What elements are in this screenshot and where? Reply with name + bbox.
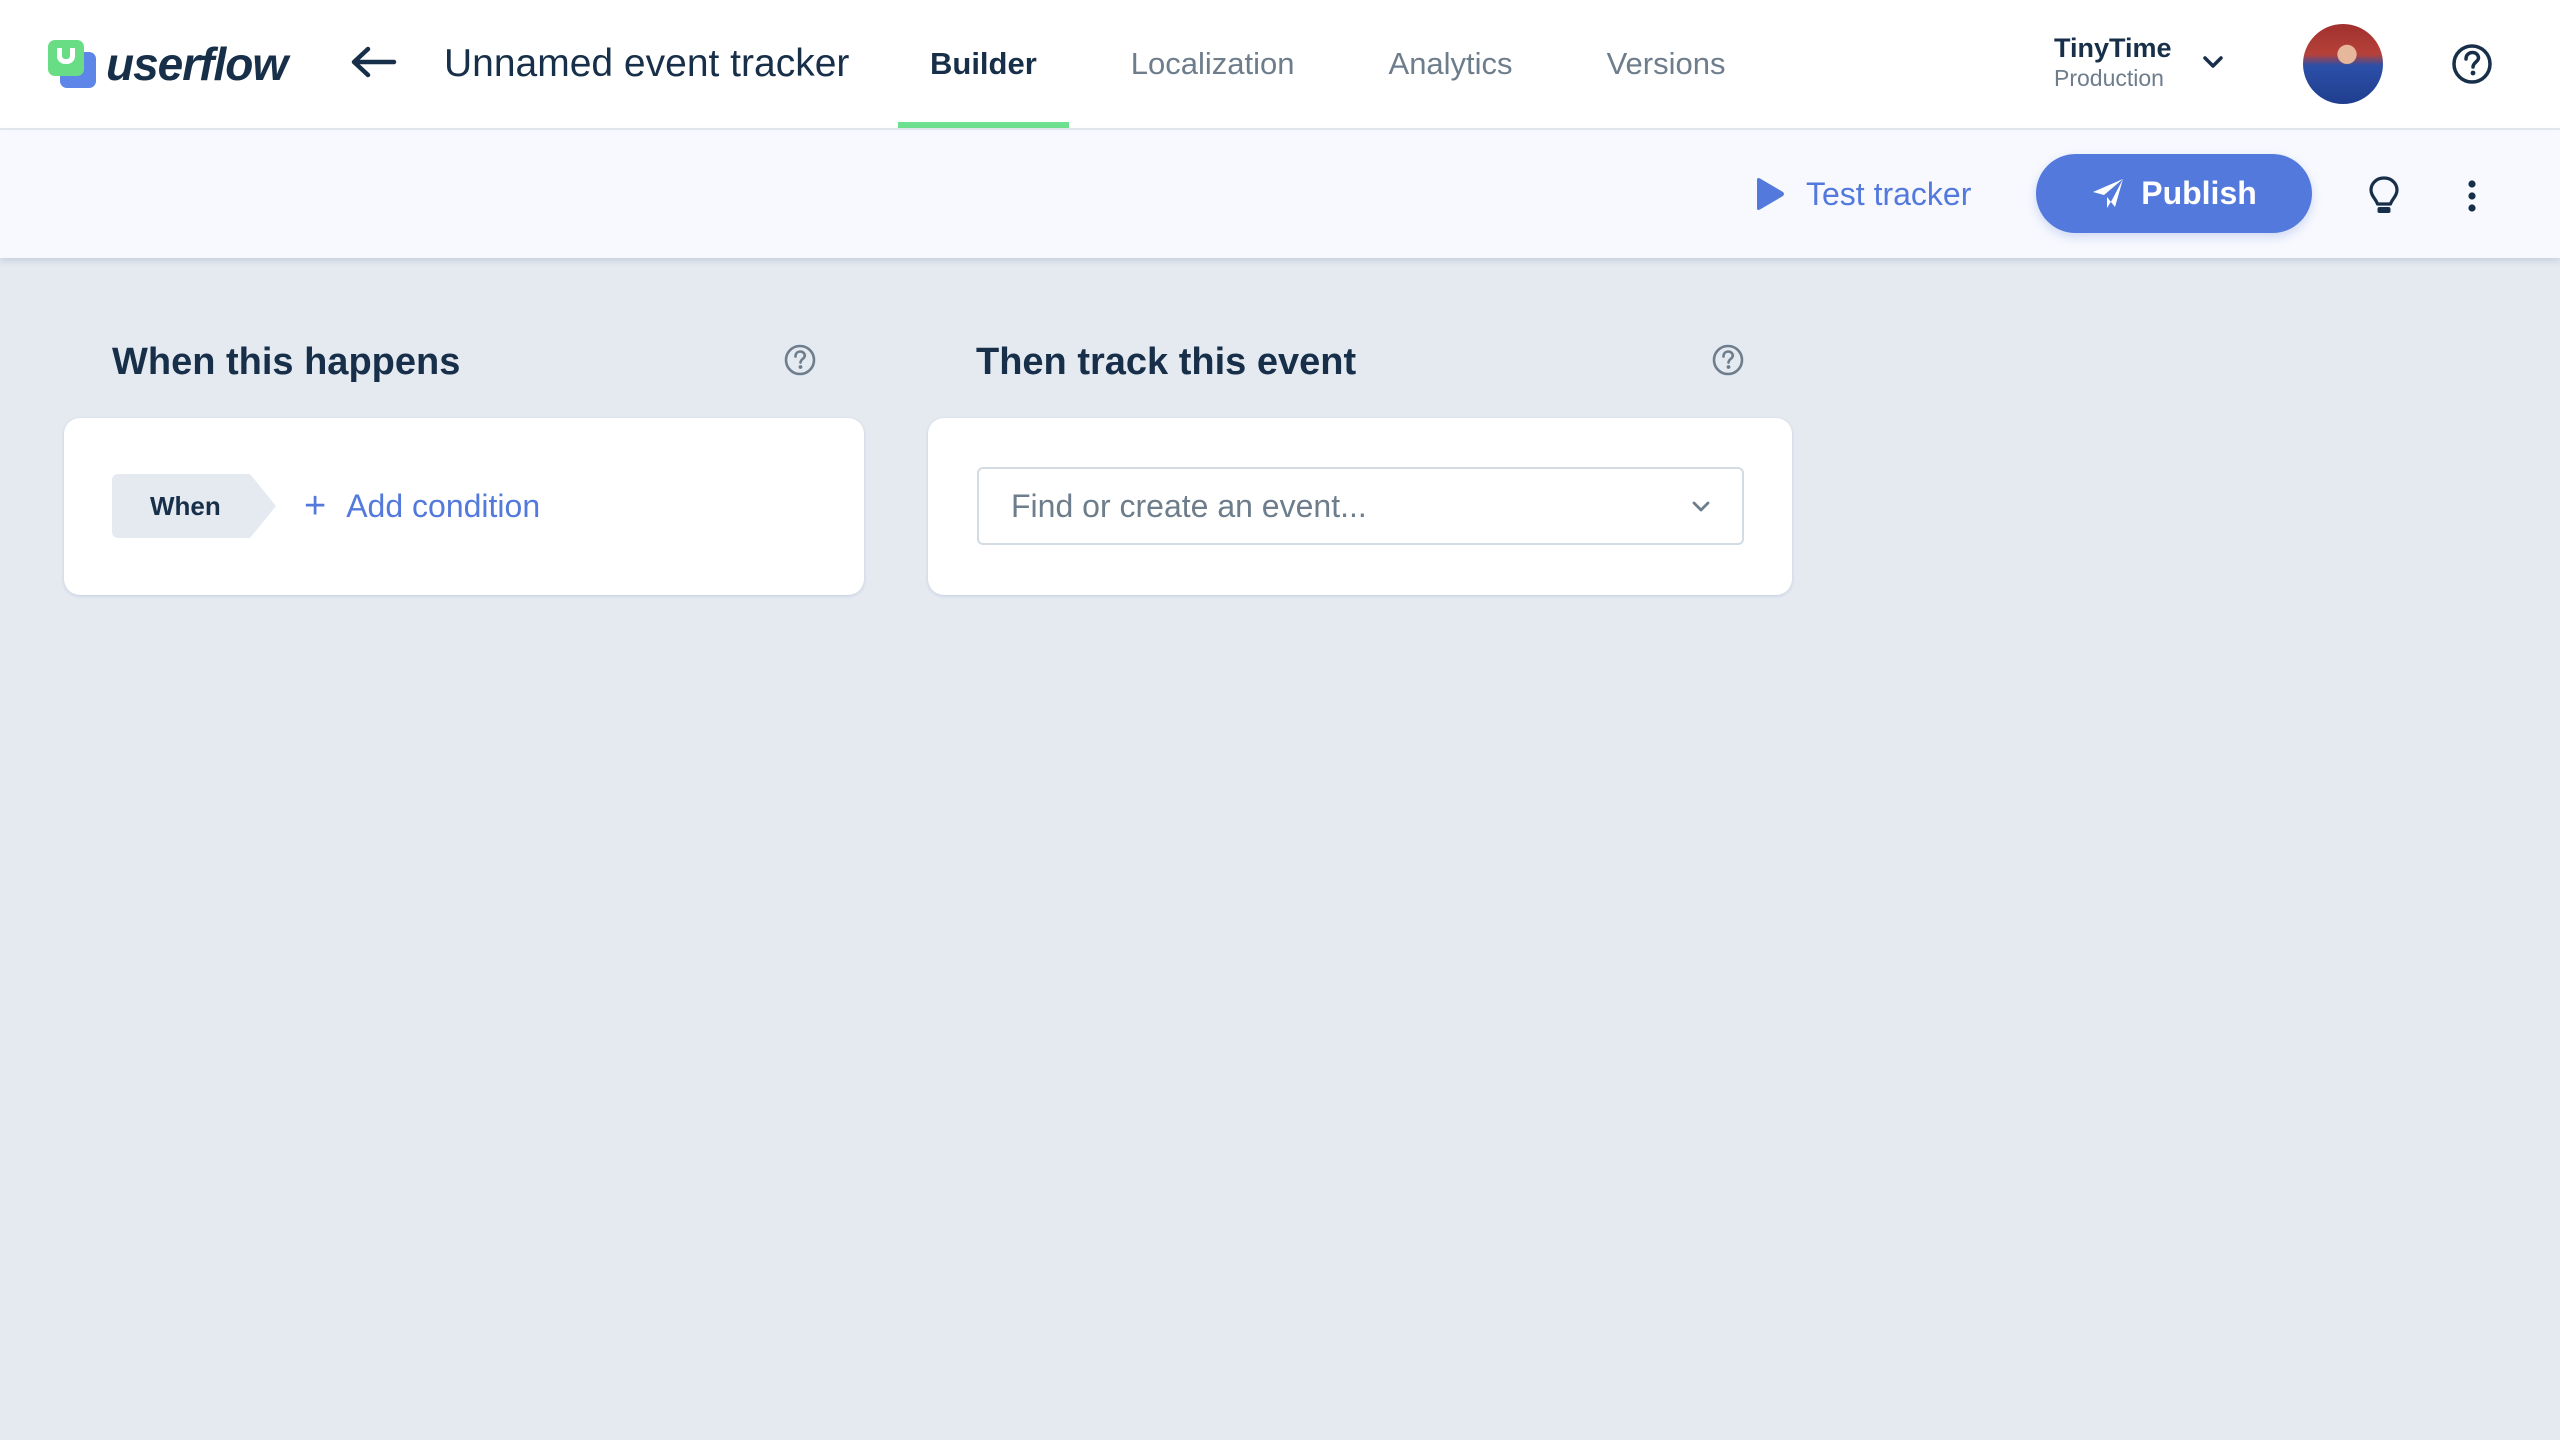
tab-localization[interactable]: Localization [1099,0,1327,128]
tips-button[interactable] [2364,174,2404,218]
tab-versions[interactable]: Versions [1575,0,1758,128]
test-tracker-label: Test tracker [1806,175,1972,212]
workspace-dropdown-button[interactable] [2198,50,2228,74]
lightbulb-icon [2369,176,2399,213]
question-circle-icon [784,344,816,376]
workspace-name: TinyTime [2054,33,2172,63]
play-icon [1757,178,1784,210]
arrow-left-icon [351,46,397,78]
test-tracker-button[interactable]: Test tracker [1754,164,1971,224]
trigger-card: When + Add condition [64,418,864,595]
question-circle-icon [1712,344,1744,376]
logo-wordmark: userflow [106,38,288,90]
trigger-help-button[interactable] [783,343,817,377]
back-button[interactable] [348,42,398,82]
chevron-down-icon [2203,56,2223,68]
plus-icon: + [304,485,327,527]
main-tabs: Builder Localization Analytics Versions [898,0,1757,128]
workspace-environment: Production [2054,65,2164,91]
when-chip: When [112,474,276,538]
tab-builder[interactable]: Builder [898,0,1069,128]
event-panel-title: Then track this event [976,341,1357,383]
event-card: Find or create an event... [928,418,1792,595]
publish-label: Publish [2141,175,2257,211]
event-help-button[interactable] [1711,343,1745,377]
trigger-panel-title: When this happens [112,341,461,383]
event-select-dropdown[interactable]: Find or create an event... [977,467,1744,545]
publish-button[interactable]: Publish [2036,154,2312,233]
question-circle-icon [2452,44,2492,84]
top-header: userflow Unnamed event tracker Builder L… [0,0,2560,130]
kebab-menu-icon [2468,180,2476,212]
event-select-placeholder: Find or create an event... [1011,487,1367,524]
builder-toolbar: Test tracker Publish [0,130,2560,258]
tab-analytics[interactable]: Analytics [1357,0,1545,128]
add-condition-label: Add condition [346,487,541,524]
workspace-switcher[interactable]: TinyTime Production [2054,32,2172,92]
userflow-logo-icon [46,38,96,90]
user-avatar[interactable] [2303,24,2383,104]
paper-plane-icon [2093,178,2124,208]
more-options-button[interactable] [2458,174,2486,218]
userflow-logo[interactable]: userflow [46,38,288,90]
chevron-down-icon [1692,501,1710,512]
add-condition-button[interactable]: + Add condition [304,474,540,538]
help-button[interactable] [2450,42,2494,86]
tracker-title[interactable]: Unnamed event tracker [444,38,849,90]
